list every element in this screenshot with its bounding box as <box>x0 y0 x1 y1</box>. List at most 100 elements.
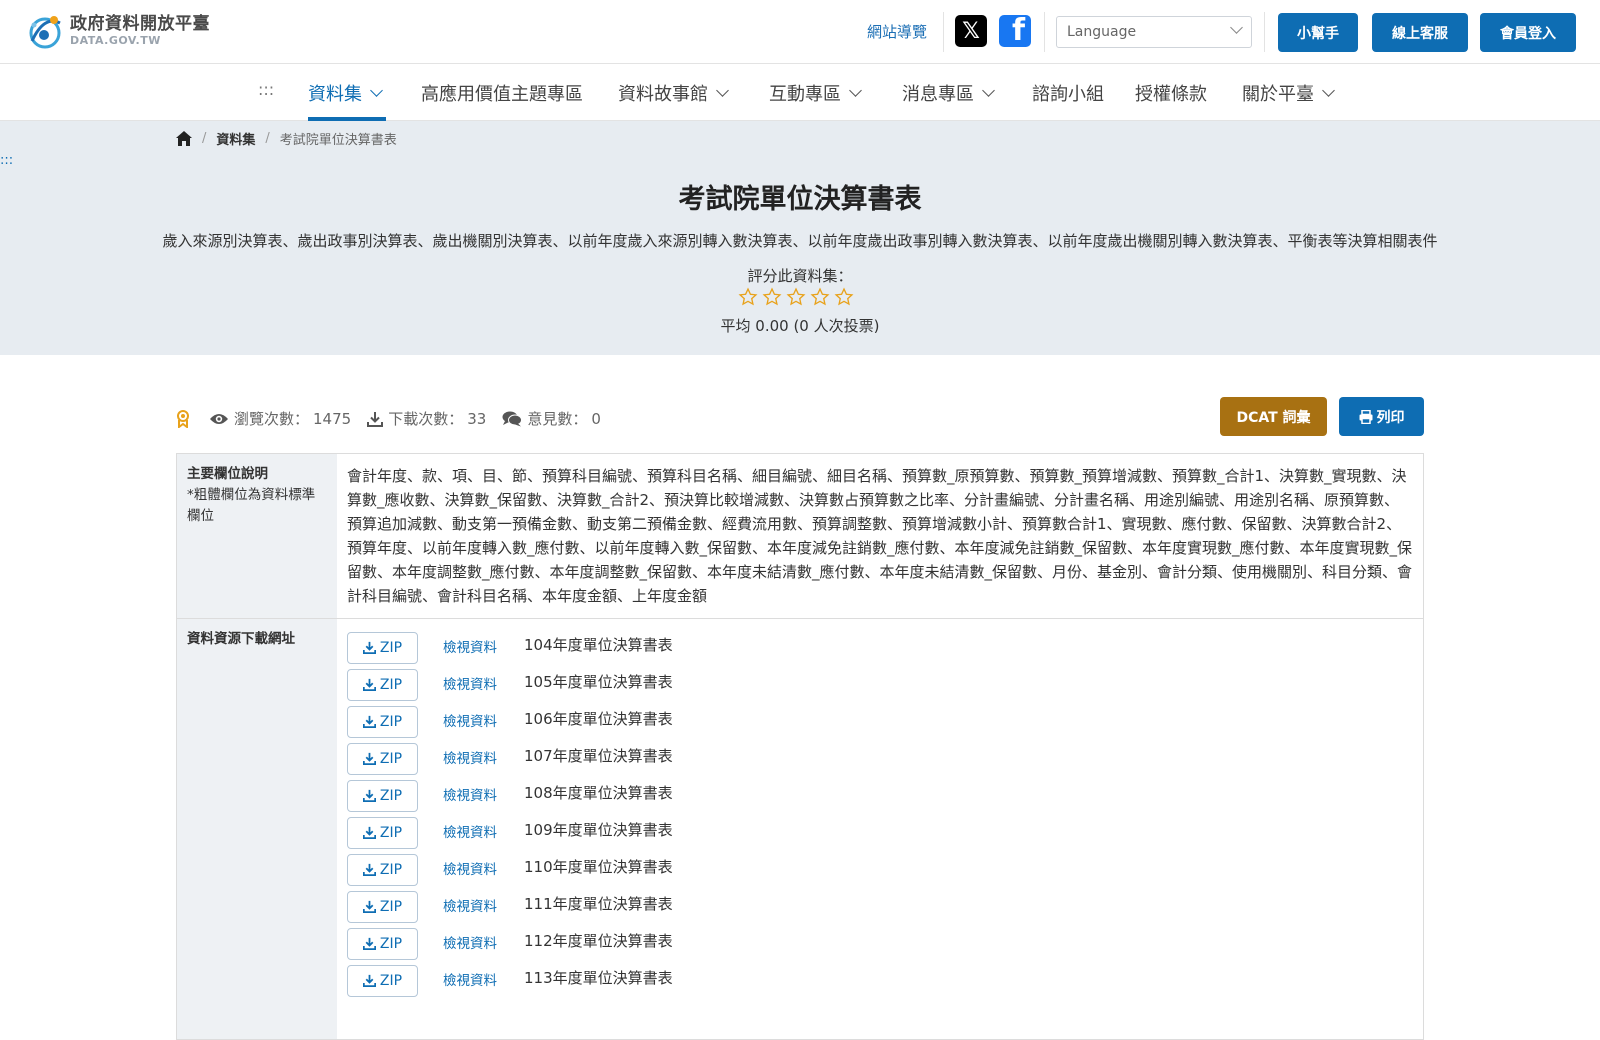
nav-item-label: 授權條款 <box>1135 84 1207 105</box>
download-icon <box>362 900 376 913</box>
star-icon[interactable] <box>786 287 806 307</box>
logo-subtitle: DATA.GOV.TW <box>70 34 161 47</box>
view-data-link[interactable]: 檢視資料 <box>443 784 499 808</box>
view-data-link[interactable]: 檢視資料 <box>443 895 499 919</box>
resources-list: ZIP 檢視資料 104年度單位決算書表 ZIP 檢視資料 105年度單位決算書表 ZIP 檢… <box>337 619 1423 1039</box>
zip-download-button[interactable]: ZIP <box>347 779 418 812</box>
helper-button[interactable]: 小幫手 <box>1278 13 1358 52</box>
download-icon <box>367 411 384 427</box>
view-data-link[interactable]: 檢視資料 <box>443 821 499 845</box>
resource-name: 112年度單位決算書表 <box>524 931 673 950</box>
download-icon <box>362 863 376 876</box>
resource-name: 113年度單位決算書表 <box>524 968 673 987</box>
zip-download-button[interactable]: ZIP <box>347 705 418 738</box>
download-icon <box>362 974 376 987</box>
zip-download-button[interactable]: ZIP <box>347 853 418 886</box>
logo-title: 政府資料開放平臺 <box>70 14 210 34</box>
dataset-description: 歲入來源別決算表、歲出政事別決算表、歲出機關別決算表、以前年度歲入來源別轉入數決… <box>162 232 1438 250</box>
fields-note: *粗體欄位為資料標準欄位 <box>187 487 316 524</box>
nav-item-interactive[interactable]: 互動專區 <box>769 80 862 106</box>
resource-name: 104年度單位決算書表 <box>524 635 673 654</box>
download-icon <box>362 937 376 950</box>
zip-label: ZIP <box>379 639 403 656</box>
resource-row: ZIP 檢視資料 104年度單位決算書表 <box>347 629 1413 666</box>
main-nav: ::: 資料集 高應用價值主題專區 資料故事館 互動專區 消息專區 諮詢小組 授… <box>0 64 1600 121</box>
star-icon[interactable] <box>810 287 830 307</box>
breadcrumb-separator: / <box>265 131 270 146</box>
zip-download-button[interactable]: ZIP <box>347 816 418 849</box>
view-data-link[interactable]: 檢視資料 <box>443 858 499 882</box>
view-data-link[interactable]: 檢視資料 <box>443 710 499 734</box>
resource-name: 111年度單位決算書表 <box>524 894 673 913</box>
eye-icon <box>210 413 228 424</box>
downloads-label: 下載次數： <box>388 410 464 428</box>
divider <box>1264 12 1265 52</box>
nav-item-license[interactable]: 授權條款 <box>1135 80 1207 106</box>
zip-download-button[interactable]: ZIP <box>347 927 418 960</box>
comments-label: 意見數： <box>527 410 588 428</box>
rating-label: 評分此資料集： <box>747 267 853 285</box>
star-icon[interactable] <box>762 287 782 307</box>
language-select[interactable]: Language <box>1056 16 1252 48</box>
star-icon[interactable] <box>834 287 854 307</box>
site-logo[interactable]: 政府資料開放平臺 DATA.GOV.TW <box>24 11 210 51</box>
resource-row: ZIP 檢視資料 113年度單位決算書表 <box>347 962 1413 999</box>
view-data-link[interactable]: 檢視資料 <box>443 636 499 660</box>
resource-row: ZIP 檢視資料 107年度單位決算書表 <box>347 740 1413 777</box>
view-data-link[interactable]: 檢視資料 <box>443 673 499 697</box>
nav-item-news[interactable]: 消息專區 <box>902 80 995 106</box>
fields-header-cell: 主要欄位說明 *粗體欄位為資料標準欄位 <box>177 454 337 618</box>
zip-download-button[interactable]: ZIP <box>347 668 418 701</box>
zip-download-button[interactable]: ZIP <box>347 964 418 997</box>
site-map-link[interactable]: 網站導覽 <box>867 21 927 42</box>
print-button[interactable]: 列印 <box>1339 397 1424 436</box>
resource-row: ZIP 檢視資料 106年度單位決算書表 <box>347 703 1413 740</box>
content-accesskey[interactable]: ::: <box>0 153 13 168</box>
page-title: 考試院單位決算書表 <box>678 184 922 215</box>
download-icon <box>362 826 376 839</box>
nav-item-high-value[interactable]: 高應用價值主題專區 <box>421 80 583 106</box>
chevron-down-icon <box>982 84 995 97</box>
nav-item-stories[interactable]: 資料故事館 <box>618 80 729 106</box>
login-button[interactable]: 會員登入 <box>1480 13 1576 52</box>
zip-label: ZIP <box>379 787 403 804</box>
nav-item-label: 資料故事館 <box>618 84 708 105</box>
comments-icon <box>502 411 523 426</box>
zip-download-button[interactable]: ZIP <box>347 742 418 775</box>
view-data-link[interactable]: 檢視資料 <box>443 932 499 956</box>
rating-stars <box>738 287 854 307</box>
nav-item-datasets[interactable]: 資料集 <box>308 80 383 106</box>
language-select-value: Language <box>1067 24 1137 40</box>
resource-row: ZIP 檢視資料 108年度單位決算書表 <box>347 777 1413 814</box>
facebook-icon[interactable]: f <box>999 15 1031 47</box>
chevron-down-icon <box>370 84 383 97</box>
breadcrumb-datasets[interactable]: 資料集 <box>216 129 255 148</box>
print-icon <box>1359 409 1372 424</box>
nav-accesskey[interactable]: ::: <box>258 80 274 99</box>
zip-label: ZIP <box>379 750 403 767</box>
zip-download-button[interactable]: ZIP <box>347 631 418 664</box>
breadcrumb-separator: / <box>202 131 207 146</box>
table-row: 資料資源下載網址 ZIP 檢視資料 104年度單位決算書表 ZIP 檢視資料 105年度單… <box>177 619 1423 1040</box>
dataset-hero: / 資料集 / 考試院單位決算書表 ::: 考試院單位決算書表 歲入來源別決算表… <box>0 121 1600 355</box>
zip-label: ZIP <box>379 713 403 730</box>
zip-label: ZIP <box>379 935 403 952</box>
logo-icon <box>29 16 61 49</box>
zip-download-button[interactable]: ZIP <box>347 890 418 923</box>
star-icon[interactable] <box>738 287 758 307</box>
view-data-link[interactable]: 檢視資料 <box>443 747 499 771</box>
download-icon <box>362 715 376 728</box>
x-twitter-icon[interactable]: 𝕏 <box>955 15 987 47</box>
dcat-button[interactable]: DCAT 詞彙 <box>1220 397 1327 436</box>
download-icon <box>362 789 376 802</box>
resource-row: ZIP 檢視資料 111年度單位決算書表 <box>347 888 1413 925</box>
view-data-link[interactable]: 檢視資料 <box>443 969 499 993</box>
nav-item-label: 高應用價值主題專區 <box>421 84 583 105</box>
nav-item-advisory[interactable]: 諮詢小組 <box>1032 80 1104 106</box>
nav-item-label: 消息專區 <box>902 84 974 105</box>
home-icon[interactable] <box>176 131 192 146</box>
nav-item-about[interactable]: 關於平臺 <box>1242 80 1335 106</box>
resource-row: ZIP 檢視資料 110年度單位決算書表 <box>347 851 1413 888</box>
chevron-down-icon <box>1230 21 1243 34</box>
support-button[interactable]: 線上客服 <box>1372 13 1468 52</box>
